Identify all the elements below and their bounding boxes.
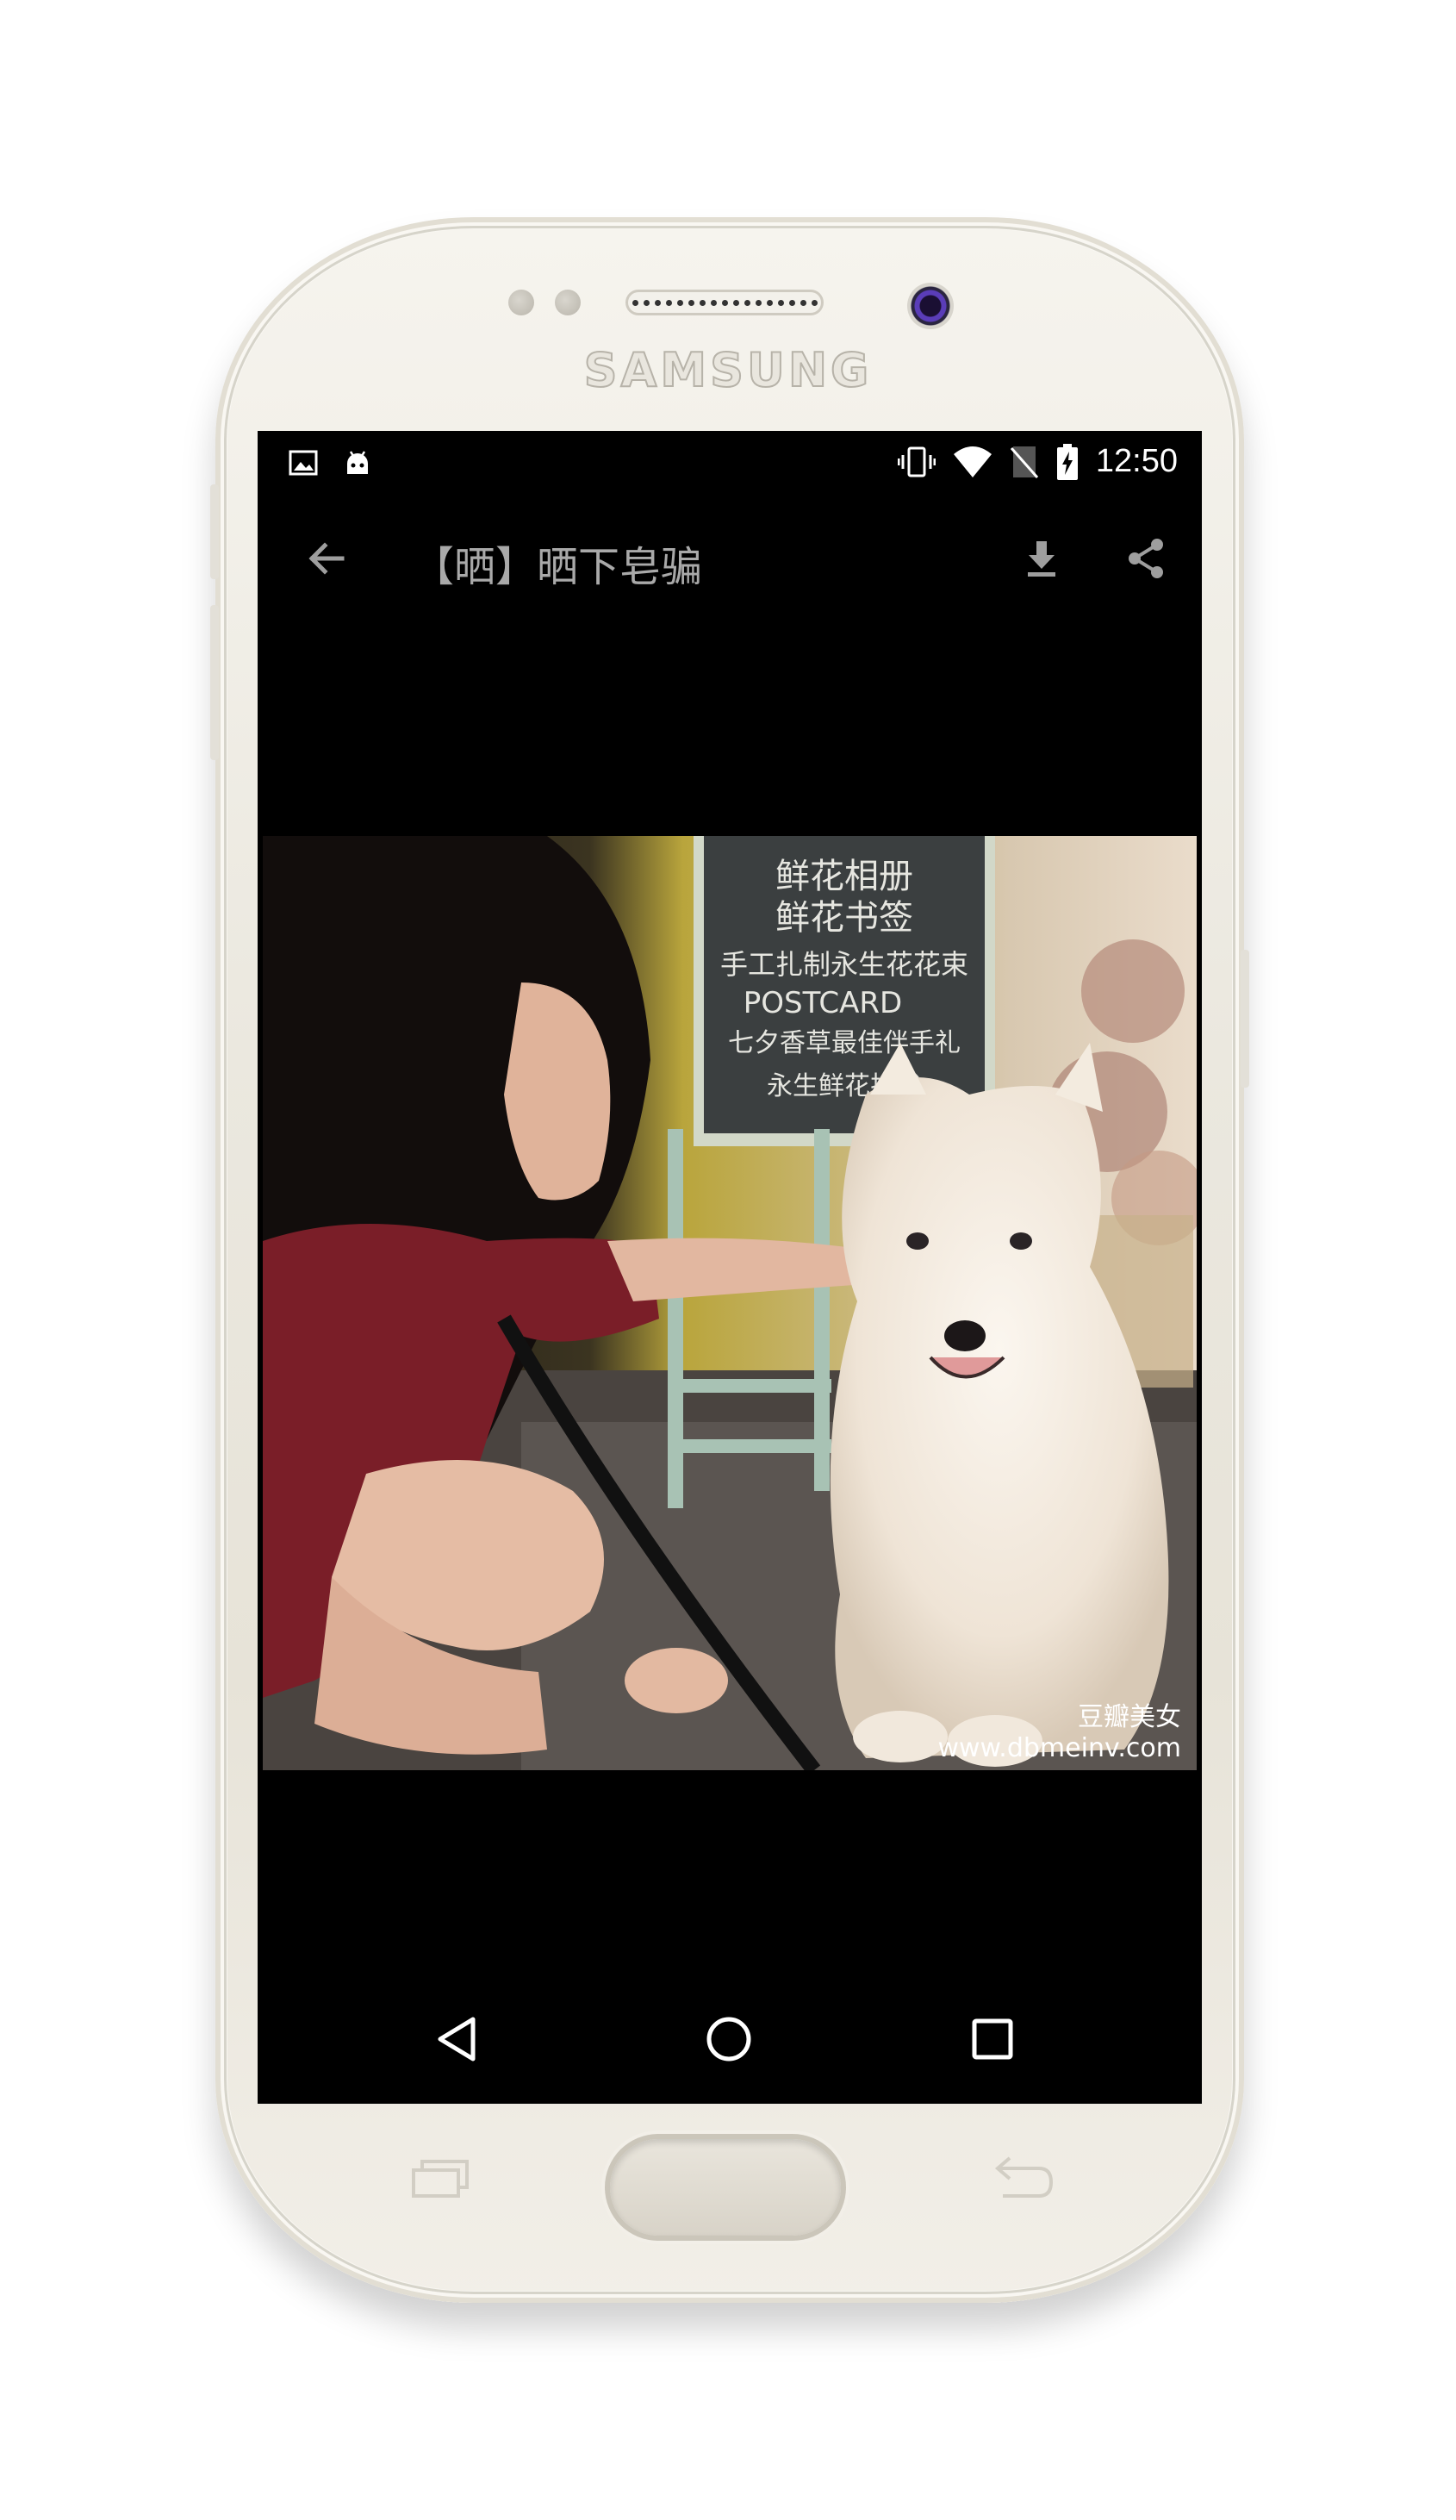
back-button[interactable] — [302, 534, 351, 583]
wifi-icon — [953, 446, 992, 478]
watermark-line1: 豆瓣美女 — [1078, 1702, 1181, 1732]
status-time: 12:50 — [1095, 443, 1178, 479]
watermark-line2: www.dbmeinv.com — [937, 1733, 1181, 1763]
recents-square-icon — [962, 2018, 1023, 2073]
screen: 12:50 【晒】晒下皂骗 鲜花相册 鲜花书签 手工扎制永生花花束 POSTCA… — [258, 431, 1202, 2104]
chalkboard-line: 手工扎制永生花花束 — [720, 948, 968, 981]
download-button[interactable] — [1017, 534, 1066, 583]
volume-button — [210, 484, 219, 579]
vibrate-icon — [897, 445, 936, 479]
battery-charging-icon — [1056, 443, 1079, 480]
download-icon — [1017, 541, 1066, 586]
share-button[interactable] — [1123, 534, 1171, 583]
hardware-recents-key[interactable] — [410, 2158, 470, 2199]
hardware-home-button[interactable] — [610, 2139, 841, 2236]
chalkboard-line: 七夕香草最佳伴手礼 — [728, 1028, 961, 1058]
sensor-dot — [508, 290, 534, 315]
chalkboard-line: 鲜花相册 — [775, 857, 913, 896]
power-button — [1241, 950, 1249, 1088]
no-sim-icon — [1010, 445, 1039, 479]
share-icon — [1123, 539, 1171, 586]
page-title: 【晒】晒下皂骗 — [413, 543, 703, 591]
nav-recents-button[interactable] — [962, 2009, 1023, 2069]
chalkboard-line: 鲜花书签 — [775, 898, 913, 938]
chalkboard-line: POSTCARD — [744, 986, 902, 1020]
app-bar: 【晒】晒下皂骗 — [258, 503, 1202, 612]
home-circle-icon — [699, 2017, 759, 2073]
front-camera — [907, 283, 954, 329]
photo-image[interactable]: 鲜花相册 鲜花书签 手工扎制永生花花束 POSTCARD 七夕香草最佳伴手礼 永… — [263, 836, 1197, 1770]
image-notification-icon — [289, 448, 318, 479]
back-triangle-icon — [428, 2017, 488, 2073]
navigation-bar — [258, 1974, 1202, 2104]
volume-button-2 — [210, 605, 219, 760]
sensor-dot — [555, 290, 581, 315]
arrow-back-icon — [302, 542, 351, 586]
nav-back-button[interactable] — [428, 2009, 488, 2069]
status-bar: 12:50 — [258, 431, 1202, 503]
hardware-back-key[interactable] — [991, 2151, 1056, 2203]
earpiece-speaker — [625, 290, 824, 315]
nav-home-button[interactable] — [699, 2009, 759, 2069]
photo-scene: 鲜花相册 鲜花书签 手工扎制永生花花束 POSTCARD 七夕香草最佳伴手礼 永… — [263, 836, 1197, 1770]
brand-logo: SAMSUNG — [583, 342, 873, 398]
android-notification-icon — [342, 448, 373, 479]
